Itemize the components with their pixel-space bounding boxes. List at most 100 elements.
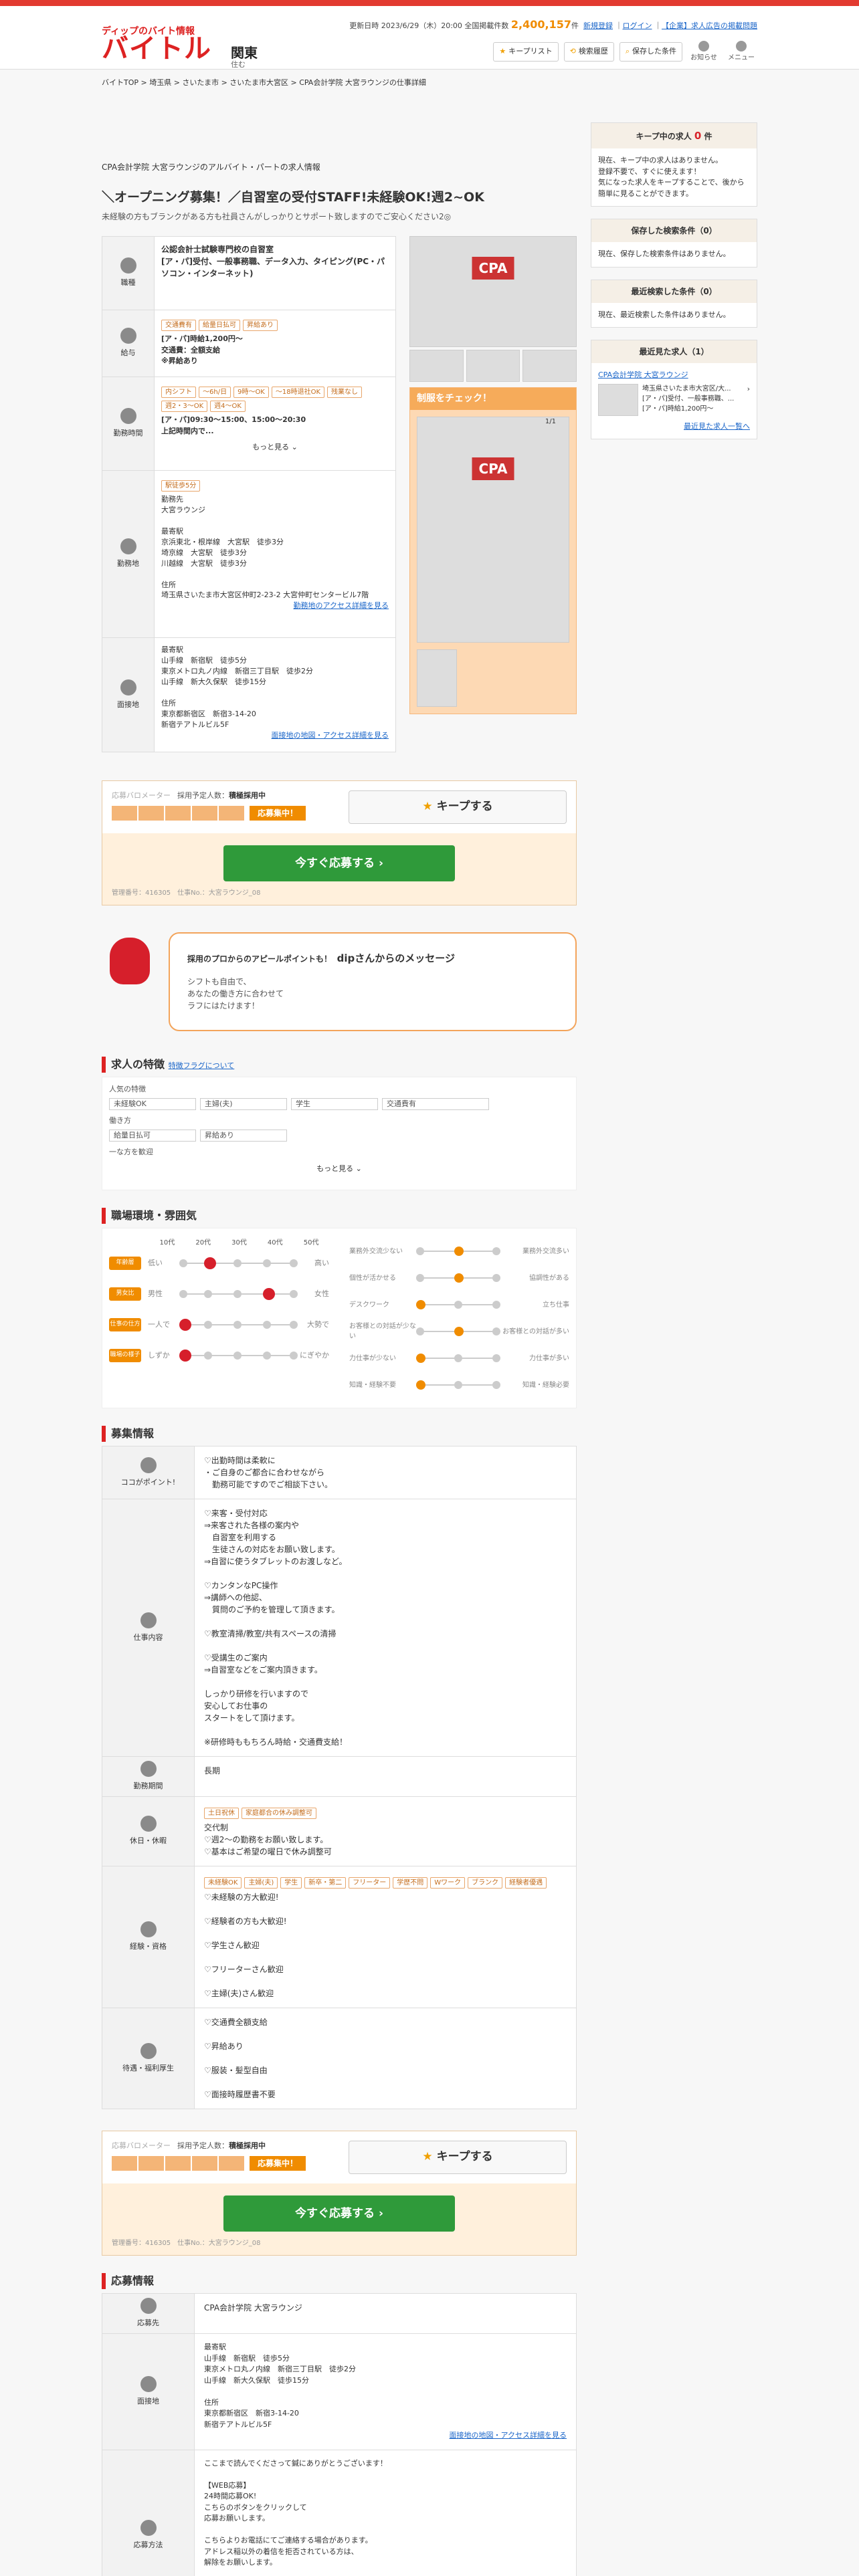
star-icon: ★ xyxy=(499,47,506,56)
apply-badge: 応募集中！ xyxy=(250,2155,306,2171)
recruit-row-holiday: 休日・休暇 土日祝休 家庭都合の休み調整可 交代制 ♡週2～の勤務をお願い致します。 … xyxy=(102,1797,576,1866)
applyinfo-row-interview: 面接地 最寄駅 山手線 新宿駅 徒歩5分 東京メトロ丸ノ内線 新宿三丁目駅 徒歩2… xyxy=(102,2334,576,2450)
env-row-r: 知識・経験不要 知識・経験必要 xyxy=(349,1380,569,1390)
recruit-row-qualification: 経験・資格 未経験OK 主婦(夫) 学生 新卒・第二 フリーター 学歴不問 Wワーク ブランク経… xyxy=(102,1866,576,2008)
total-count: 2,400,157 xyxy=(510,18,571,31)
book-icon xyxy=(140,1921,157,1938)
document-icon xyxy=(140,2298,157,2315)
gift-icon xyxy=(140,2042,157,2059)
applyinfo-table: 応募先 CPA会計学院 大宮ラウンジ 面接地 最寄駅 山手線 新宿駅 徒歩5分 東京… xyxy=(102,2293,577,2576)
feature-flag-link[interactable]: 特徴フラグについて xyxy=(169,1061,235,1070)
interview-access-link[interactable]: 面接地の地図・アクセス詳細を見る xyxy=(272,731,389,740)
company-line: CPA会計学院 大宮ラウンジのアルバイト・パートの求人情報 xyxy=(102,162,320,172)
notice-button[interactable]: お知らせ xyxy=(688,41,720,63)
keep-button[interactable]: ★ キープする xyxy=(349,790,567,824)
location-access-link[interactable]: 勤務地のアクセス詳細を見る xyxy=(294,601,389,610)
bell-icon xyxy=(698,41,709,51)
region-change[interactable]: 住む xyxy=(231,60,246,71)
viewed-job-link[interactable]: CPA会計学院 大宮ラウンジ xyxy=(598,370,688,379)
cpa-logo-image: CPA xyxy=(472,457,514,481)
keep-list-button[interactable]: ★ キープリスト xyxy=(493,42,559,62)
job-title: ＼オープニング募集！／自習室の受付STAFF!未経験OK!週2~OK xyxy=(102,189,484,205)
env-row-style: 仕事の仕方 一人で 大勢で xyxy=(109,1309,329,1340)
recruit-row-period: 勤務期間 長期 xyxy=(102,1757,576,1797)
info-row-hours: 勤務時間 内シフト ～6h/日 9時～OK ～18時退社OK 残業なし 週2・3～OK 週4… xyxy=(102,377,395,471)
pin-icon xyxy=(140,2376,157,2392)
menu-icon xyxy=(736,41,747,51)
mascot-icon xyxy=(110,938,150,984)
breadcrumb[interactable]: バイトTOP > 埼玉県 > さいたま市 > さいたま市大宮区 > CPA会計学… xyxy=(102,78,757,89)
env-row-r: 個性が活かせる 協調性がある xyxy=(349,1273,569,1283)
env-row-r: 業務外交流少ない 業務外交流多い xyxy=(349,1247,569,1256)
uniform-thumbnail[interactable] xyxy=(417,649,457,707)
saved-search-button[interactable]: ⌕ 保存した条件 xyxy=(619,42,682,62)
info-row-salary: 給与 交通費有 給量日払可 昇給あり [ア・パ]時給1,200円～ 交通費：全額支給… xyxy=(102,310,395,377)
interview-access-link[interactable]: 面接地の地図・アクセス詳細を見る xyxy=(450,2431,567,2440)
person-icon xyxy=(120,679,136,695)
chevron-right-icon: › xyxy=(747,384,750,393)
yen-icon xyxy=(120,328,136,344)
apply-now-button[interactable]: 今すぐ応募する › xyxy=(223,2195,455,2232)
menu-button[interactable]: メニュー xyxy=(725,41,757,63)
header-buttons: ★ キープリスト ⟲ 検索履歴 ⌕ 保存した条件 お知らせ メニュー xyxy=(493,41,757,63)
recruit-table: ココがポイント! ♡出勤時間は柔軟に ・ご自身のご都合に合わせながら 勤務可能です… xyxy=(102,1446,577,2109)
login-link[interactable]: ログイン xyxy=(623,21,652,30)
apply-box: 応募バロメーター 採用予定人数：積極採用中 応募集中！ ★ キープする 今すぐ応募す… xyxy=(102,780,577,905)
apply-now-button[interactable]: 今すぐ応募する › xyxy=(223,845,455,881)
thumbnail[interactable] xyxy=(466,350,520,382)
sun-icon xyxy=(140,1816,157,1832)
viewed-list-link[interactable]: 最近見た求人一覧へ xyxy=(684,422,750,431)
site-logo[interactable]: バイトル xyxy=(102,35,211,62)
star-icon: ★ xyxy=(422,800,433,814)
feature-more-button[interactable]: もっと見る ⌄ xyxy=(109,1158,569,1180)
env-row-r: お客様との対話が少ない お客様との対話が多い xyxy=(349,1323,569,1340)
keep-button[interactable]: ★ キープする xyxy=(349,2141,567,2174)
corp-link[interactable]: 【企業】求人広告の掲載問題 xyxy=(662,21,757,30)
applyinfo-section-title: 応募情報 xyxy=(102,2273,577,2289)
photo-thumbnails xyxy=(409,350,577,382)
right-sidebar: キープ中の求人 0 件 現在、キープ中の求人はありません。 登録不要で、すぐに使… xyxy=(591,122,757,452)
uniform-title: 制服をチェック！ xyxy=(410,388,576,410)
main-photo[interactable]: CPA xyxy=(409,236,577,347)
applyinfo-row-target: 応募先 CPA会計学院 大宮ラウンジ xyxy=(102,2294,576,2334)
info-table: 職種 公認会計士試験専門校の自習室 [ア・パ]受付、一般事務職、データ入力、タイ… xyxy=(102,236,396,752)
sparkle-icon xyxy=(140,1457,157,1473)
cpa-logo-image: CPA xyxy=(472,256,514,280)
thumbnail[interactable] xyxy=(522,350,577,382)
site-header: ディップのバイト情報 バイトル 関東 住む 更新日時 2023/6/29（木）2… xyxy=(0,6,859,70)
uniform-box: 制服をチェック！ CPA 1/1 xyxy=(409,387,577,714)
env-row-gender: 男女比 男性 女性 xyxy=(109,1279,329,1309)
keep-panel: キープ中の求人 0 件 現在、キープ中の求人はありません。 登録不要で、すぐに使… xyxy=(591,122,757,207)
uniform-photo[interactable]: CPA xyxy=(417,417,569,643)
env-section-title: 職場環境・雰囲気 xyxy=(102,1208,577,1224)
env-row-mood: 職場の様子 しずか にぎやか xyxy=(109,1340,329,1371)
env-row-r: デスクワーク 立ち仕事 xyxy=(349,1300,569,1309)
info-row-location: 勤務地 駅徒歩5分 勤務先 大宮ラウンジ 最寄駅 京浜東北・根岸線 大宮駅 徒歩… xyxy=(102,471,395,638)
left-column: CPA会計学院 大宮ラウンジのアルバイト・パートの求人情報 ＼オープニング募集！… xyxy=(102,122,577,2576)
message-body: シフトも自由で、 あなたの働き方に合わせて ラフにはたけます！ xyxy=(187,976,284,1010)
check-icon xyxy=(140,2519,157,2536)
info-row-interview: 面接地 最寄駅 山手線 新宿駅 徒歩5分 東京メトロ丸ノ内線 新宿三丁目駅 徒歩… xyxy=(102,638,395,752)
register-link[interactable]: 新規登録 xyxy=(583,21,613,30)
apply-box-2: 応募バロメーター 採用予定人数：積極採用中 応募集中！ ★ キープする 今すぐ応募す… xyxy=(102,2131,577,2256)
briefcase-icon xyxy=(140,1612,157,1628)
message-bubble: 採用のプロからのアピールポイントも！ dipさんからのメッセージ シフトも自由で… xyxy=(169,932,577,1031)
feature-section-title: 求人の特徴 特徴フラグについて xyxy=(102,1057,577,1073)
recruit-row-content: 仕事内容 ♡来客・受付対応 ⇒来客された各様の案内や 自習室を利用する 生徒さんの… xyxy=(102,1499,576,1757)
env-row-age: 年齢層 低い 高い xyxy=(109,1248,329,1279)
recruit-section-title: 募集情報 xyxy=(102,1426,577,1442)
saved-search-panel: 保存した検索条件（0） 現在、保存した検索条件はありません。 xyxy=(591,219,757,267)
management-number: 管理番号：416305 仕事No.：大宮ラウンジ_08 xyxy=(112,2240,261,2247)
viewed-job-thumbnail xyxy=(598,383,638,416)
recent-search-panel: 最近検索した条件（0） 現在、最近検索した条件はありません。 xyxy=(591,279,757,328)
viewed-job-card[interactable]: 埼玉県さいたま市大宮区/大... [ア・パ]受付、一般事務職、... [ア・パ]… xyxy=(598,383,750,416)
search-history-button[interactable]: ⟲ 検索履歴 xyxy=(563,42,614,62)
apply-barometer: 応募集中！ xyxy=(112,2155,306,2171)
env-box: 10代 20代 30代 40代 50代 年齢層 低い 高い 男女比 男性 女性 仕事の仕方 一人で… xyxy=(102,1228,577,1408)
hours-more-button[interactable]: もっと見る ⌄ xyxy=(161,437,389,459)
thumbnail[interactable] xyxy=(409,350,464,382)
recruit-row-benefits: 待遇・福利厚生 ♡交通費全額支給 ♡昇給あり ♡服装・髪型自由 ♡面接時履歴書不要 xyxy=(102,2008,576,2109)
message-box: 採用のプロからのアピールポイントも！ dipさんからのメッセージ シフトも自由で… xyxy=(102,932,577,1039)
star-icon: ★ xyxy=(422,2150,433,2164)
apply-badge: 応募集中！ xyxy=(250,805,306,821)
